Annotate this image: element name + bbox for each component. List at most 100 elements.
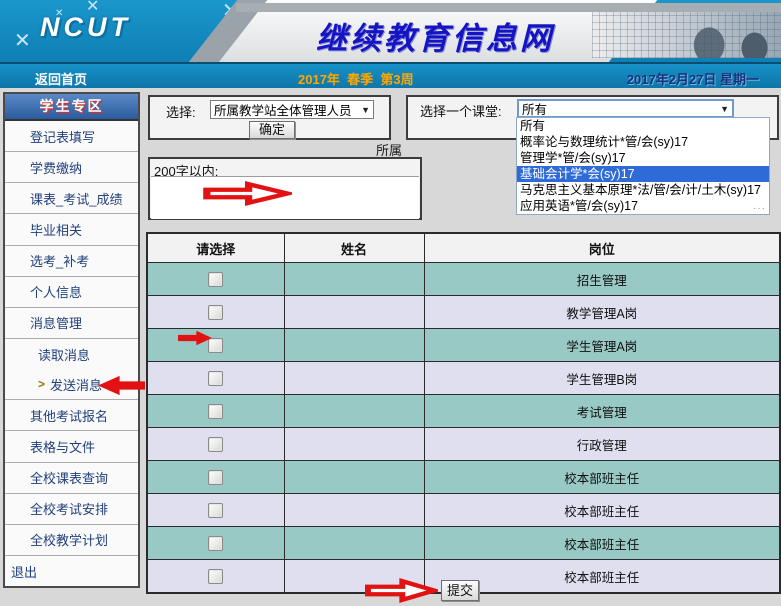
- header-name: 姓名: [284, 233, 424, 263]
- return-home-link[interactable]: 返回首页: [35, 69, 87, 88]
- name-cell: [284, 428, 424, 461]
- name-cell: [284, 494, 424, 527]
- table-row: 考试管理: [147, 395, 780, 428]
- sidebar-item-label: 发送消息: [50, 375, 102, 394]
- header-position: 岗位: [424, 233, 780, 263]
- sidebar-item-10[interactable]: 表格与文件: [5, 430, 138, 461]
- course-option-5[interactable]: 应用英语*管/会(sy)17: [517, 198, 769, 214]
- table-header-row: 请选择 姓名 岗位: [147, 233, 780, 263]
- sidebar-item-label: 全校课表查询: [30, 468, 108, 487]
- sidebar-item-14[interactable]: 退出: [5, 555, 138, 586]
- confirm-button[interactable]: 确定: [249, 121, 295, 139]
- annotation-arrow-textarea: [202, 180, 292, 207]
- table-row: 行政管理: [147, 428, 780, 461]
- row-checkbox[interactable]: [208, 437, 223, 452]
- banner-top-strip: [236, 3, 781, 12]
- course-options-list: 所有概率论与数理统计*管/会(sy)17管理学*管/会(sy)17基础会计学*会…: [516, 117, 770, 215]
- site-title: 继续教育信息网: [295, 13, 575, 58]
- position-cell: 行政管理: [424, 428, 780, 461]
- recipient-dropdown-value: 所属教学站全体管理人员: [214, 100, 352, 119]
- course-dropdown-value: 所有: [522, 99, 547, 118]
- sidebar-item-label: 读取消息: [38, 345, 90, 364]
- sidebar-menu: 登记表填写学费缴纳课表_考试_成绩毕业相关选考_补考个人信息消息管理读取消息 > 发…: [5, 121, 138, 586]
- name-cell: [284, 395, 424, 428]
- recipient-select-panel: 选择: 所属教学站全体管理人员 ▼ 确定: [148, 95, 391, 140]
- occluded-section-text: 所属: [376, 140, 402, 159]
- sidebar-item-label: 退出: [11, 562, 37, 581]
- ncut-logo: NCUT: [40, 12, 131, 43]
- sidebar-item-label: 全校考试安排: [30, 499, 108, 518]
- sidebar-item-11[interactable]: 全校课表查询: [5, 462, 138, 493]
- chevron-down-icon: ▼: [357, 105, 370, 115]
- sidebar-item-6[interactable]: 消息管理: [5, 307, 138, 338]
- sidebar: 学生专区 登记表填写学费缴纳课表_考试_成绩毕业相关选考_补考个人信息消息管理读…: [3, 92, 140, 588]
- sidebar-header: 学生专区: [5, 94, 138, 121]
- sidebar-item-5[interactable]: 个人信息: [5, 276, 138, 307]
- position-cell: 考试管理: [424, 395, 780, 428]
- course-select-label: 选择一个课堂:: [420, 101, 502, 120]
- row-checkbox[interactable]: [208, 470, 223, 485]
- sidebar-item-13[interactable]: 全校教学计划: [5, 524, 138, 555]
- row-checkbox[interactable]: [208, 503, 223, 518]
- row-checkbox[interactable]: [208, 305, 223, 320]
- recipient-dropdown[interactable]: 所属教学站全体管理人员 ▼: [210, 100, 374, 119]
- table-row: 校本部班主任: [147, 461, 780, 494]
- table-row: 校本部班主任: [147, 494, 780, 527]
- table-row: 校本部班主任: [147, 527, 780, 560]
- course-option-2[interactable]: 管理学*管/会(sy)17: [517, 150, 769, 166]
- sidebar-item-label: 其他考试报名: [30, 406, 108, 425]
- top-navbar: 返回首页 2017年 春季 第3周 2017年2月27日 星期一: [0, 62, 781, 88]
- sidebar-item-label: 表格与文件: [30, 437, 95, 456]
- sidebar-item-4[interactable]: 选考_补考: [5, 245, 138, 276]
- sidebar-item-2[interactable]: 课表_考试_成绩: [5, 182, 138, 213]
- position-cell: 校本部班主任: [424, 461, 780, 494]
- sidebar-item-label: 毕业相关: [30, 220, 82, 239]
- active-item-marker: >: [38, 377, 45, 391]
- position-cell: 校本部班主任: [424, 494, 780, 527]
- sidebar-item-label: 个人信息: [30, 282, 82, 301]
- course-option-3[interactable]: 基础会计学*会(sy)17: [517, 166, 769, 182]
- position-cell: 学生管理A岗: [424, 329, 780, 362]
- sidebar-item-label: 学费缴纳: [30, 158, 82, 177]
- course-option-4[interactable]: 马克思主义基本原理*法/管/会/计/土木(sy)17: [517, 182, 769, 198]
- sidebar-item-7[interactable]: 读取消息: [5, 338, 138, 369]
- header-select: 请选择: [147, 233, 284, 263]
- row-checkbox[interactable]: [208, 569, 223, 584]
- site-banner: ✕ ✕ ✕ ✕ ✕ NCUT 继续教育信息网: [0, 0, 781, 62]
- position-cell: 学生管理B岗: [424, 362, 780, 395]
- annotation-arrow-checkbox: [178, 330, 212, 346]
- submit-button[interactable]: 提交: [441, 580, 479, 601]
- annotation-arrow-submit: [364, 577, 438, 604]
- name-cell: [284, 362, 424, 395]
- sidebar-item-label: 选考_补考: [30, 251, 89, 270]
- sidebar-item-12[interactable]: 全校考试安排: [5, 493, 138, 524]
- table-row: 教学管理A岗: [147, 296, 780, 329]
- row-checkbox[interactable]: [208, 371, 223, 386]
- course-option-1[interactable]: 概率论与数理统计*管/会(sy)17: [517, 134, 769, 150]
- table-row: 学生管理A岗: [147, 329, 780, 362]
- list-resize-grip: ···: [753, 203, 766, 214]
- row-checkbox[interactable]: [208, 272, 223, 287]
- position-cell: 教学管理A岗: [424, 296, 780, 329]
- staff-table: 请选择 姓名 岗位 招生管理教学管理A岗学生管理A岗学生管理B岗考试管理行政管理…: [146, 232, 781, 594]
- sidebar-item-9[interactable]: 其他考试报名: [5, 399, 138, 430]
- sidebar-item-3[interactable]: 毕业相关: [5, 213, 138, 244]
- row-checkbox[interactable]: [208, 404, 223, 419]
- course-option-0[interactable]: 所有: [517, 118, 769, 134]
- course-dropdown[interactable]: 所有 ▼: [517, 99, 734, 118]
- name-cell: [284, 263, 424, 296]
- sidebar-item-label: 课表_考试_成绩: [30, 189, 122, 208]
- sidebar-item-1[interactable]: 学费缴纳: [5, 151, 138, 182]
- sidebar-item-label: 消息管理: [30, 313, 82, 332]
- sidebar-item-label: 登记表填写: [30, 127, 95, 146]
- name-cell: [284, 461, 424, 494]
- annotation-arrow-send-message: [98, 375, 145, 396]
- current-date-label: 2017年2月27日 星期一: [627, 69, 759, 88]
- chevron-down-icon: ▼: [716, 104, 729, 114]
- name-cell: [284, 329, 424, 362]
- row-checkbox[interactable]: [208, 536, 223, 551]
- table-row: 招生管理: [147, 263, 780, 296]
- staff-table-body: 招生管理教学管理A岗学生管理A岗学生管理B岗考试管理行政管理校本部班主任校本部班…: [147, 263, 780, 594]
- semester-week-label: 2017年 春季 第3周: [298, 69, 414, 88]
- sidebar-item-0[interactable]: 登记表填写: [5, 121, 138, 151]
